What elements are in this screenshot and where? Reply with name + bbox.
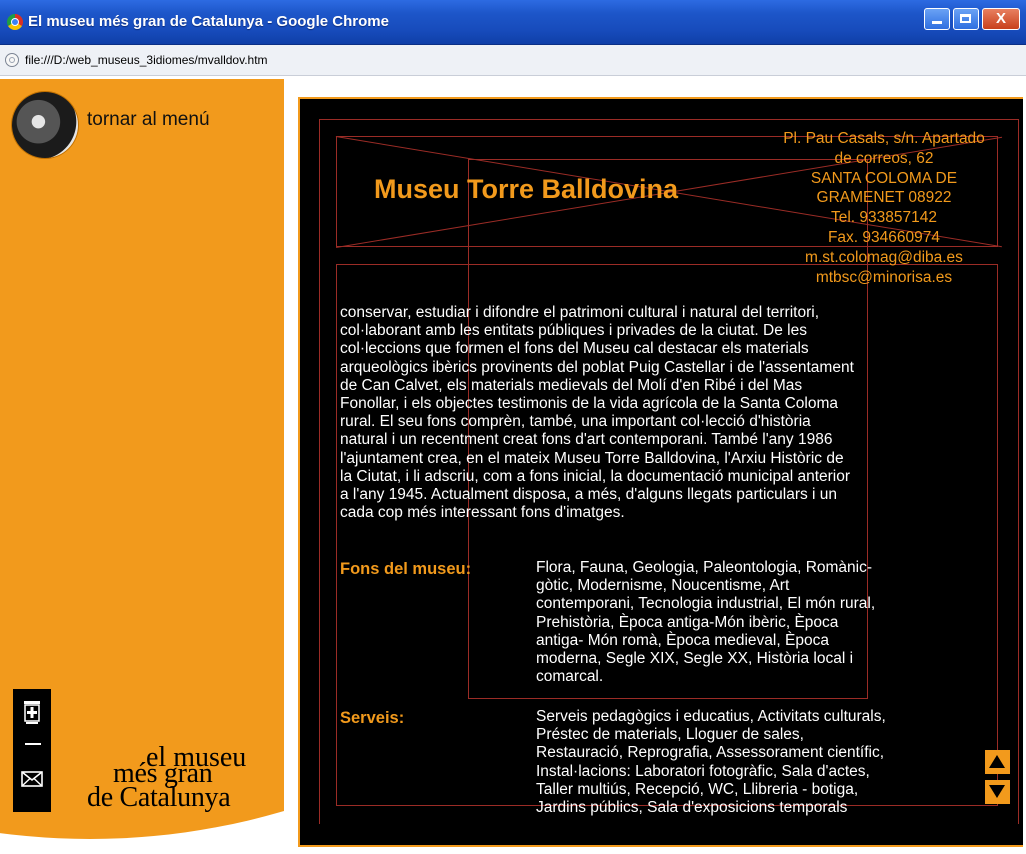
museum-address: Pl. Pau Casals, s/n. Apartado de correos…	[744, 129, 1024, 287]
fons-label: Fons del museu:	[340, 560, 472, 578]
arrow-up-icon	[989, 755, 1005, 768]
serveis-line: Préstec de materials, Lloguer de sales,	[536, 726, 804, 744]
email-link[interactable]: mtbsc@minorisa.es	[744, 268, 1024, 288]
museum-title: Museu Torre Balldovina	[374, 174, 679, 204]
address-bar[interactable]: file:///D:/web_museus_3idiomes/mvalldov.…	[0, 45, 1026, 76]
description-line: a l'any 1945. Actualment disposa, a més,…	[340, 486, 838, 504]
maximize-icon	[960, 14, 971, 23]
description-line: rural. El seu fons comprèn, també, una i…	[340, 413, 811, 431]
serveis-list: Serveis pedagògics i educatius, Activita…	[536, 708, 956, 817]
mail-icon[interactable]	[21, 771, 43, 787]
address-line: GRAMENET 08922	[816, 189, 952, 207]
museum-network-logo[interactable]: [•] el museu més gran de Catalunya	[87, 742, 280, 822]
serveis-label: Serveis:	[340, 709, 405, 727]
address-line: SANTA COLOMA DE	[810, 169, 958, 187]
serveis-line: Restauració, Reprografia, Assessorament …	[536, 744, 885, 762]
description-line: natural i un recentment creat fons d'art…	[340, 431, 833, 449]
serveis-line: Serveis pedagògics i educatius, Activita…	[536, 708, 886, 725]
fons-line: antiga- Món romà, Època medieval, Època	[536, 631, 829, 649]
sidebar: tornar al menú [•] el museu més gran de …	[0, 79, 284, 854]
fons-line: Flora, Fauna, Geologia, Paleontologia, R…	[536, 559, 873, 576]
url-field[interactable]: file:///D:/web_museus_3idiomes/mvalldov.…	[25, 53, 268, 67]
email-link[interactable]: m.st.colomag@diba.es	[744, 248, 1024, 268]
window-titlebar[interactable]: El museu més gran de Catalunya - Google …	[0, 0, 1026, 45]
logo-line-3: de Catalunya	[87, 782, 231, 813]
museum-description: conservar, estudiar i difondre el patrim…	[340, 304, 940, 522]
close-button[interactable]: X	[982, 8, 1020, 30]
shield-icon[interactable]	[22, 699, 42, 725]
fons-line: contemporani, Tecnologia industrial, El …	[536, 595, 876, 613]
serveis-line: Jardins públics, Sala d'exposicions temp…	[536, 799, 848, 817]
maximize-button[interactable]	[953, 8, 979, 30]
sidebar-icon-strip	[13, 689, 51, 812]
description-line: arqueològics ibèrics provinents del pobl…	[340, 358, 854, 376]
minimize-button[interactable]	[924, 8, 950, 30]
fons-list: Flora, Fauna, Geologia, Paleontologia, R…	[536, 559, 956, 686]
content-clip[interactable]: Museu Torre Balldovina Pl. Pau Casals, s…	[284, 79, 1026, 824]
serveis-line: Instal·lacions: Laboratori fotogràfic, S…	[536, 762, 870, 780]
fons-line: comarcal.	[536, 668, 604, 686]
description-line: cada cop més interessant fons d'imatges.	[340, 504, 625, 522]
avatar-image[interactable]	[12, 92, 78, 158]
address-line: de correos, 62	[834, 149, 934, 167]
address-line: Tel. 933857142	[830, 209, 937, 227]
arrow-down-icon	[989, 785, 1005, 798]
description-line: de Can Calvet, els materials medievals d…	[340, 376, 803, 394]
page-icon	[5, 53, 19, 67]
serveis-line: Taller multiús, Recepció, WC, Llibreria …	[536, 780, 859, 798]
description-line: l'ajuntament crea, en el mateix Museu To…	[340, 449, 844, 467]
description-line: conservar, estudiar i difondre el patrim…	[340, 304, 820, 321]
back-to-menu-link[interactable]: tornar al menú	[87, 109, 210, 131]
description-line: Fonollar, i els objectes testimonis de l…	[340, 395, 838, 413]
strip-divider	[25, 743, 41, 745]
fons-line: moderna, Segle XIX, Segle XX, Història l…	[536, 650, 854, 668]
address-line: Fax. 934660974	[827, 228, 941, 246]
close-icon: X	[995, 10, 1006, 27]
chrome-logo-icon	[7, 14, 23, 30]
window-title: El museu més gran de Catalunya - Google …	[28, 13, 389, 30]
fons-line: Prehistòria, Època antiga-Món ibèric, Èp…	[536, 613, 839, 631]
description-line: la Ciutat, i li adscriu, com a fons inic…	[340, 467, 851, 485]
description-line: col·laborant amb les entitats públiques …	[340, 322, 807, 340]
scroll-down-button[interactable]	[985, 780, 1010, 804]
scroll-up-button[interactable]	[985, 750, 1010, 774]
address-line: Pl. Pau Casals, s/n. Apartado	[783, 130, 985, 147]
main-content: Museu Torre Balldovina Pl. Pau Casals, s…	[284, 79, 1026, 854]
minimize-icon	[932, 21, 942, 24]
fons-line: gòtic, Modernisme, Noucentisme, Art	[536, 577, 790, 595]
description-line: col·leccions que formen el fons del Muse…	[340, 340, 809, 358]
